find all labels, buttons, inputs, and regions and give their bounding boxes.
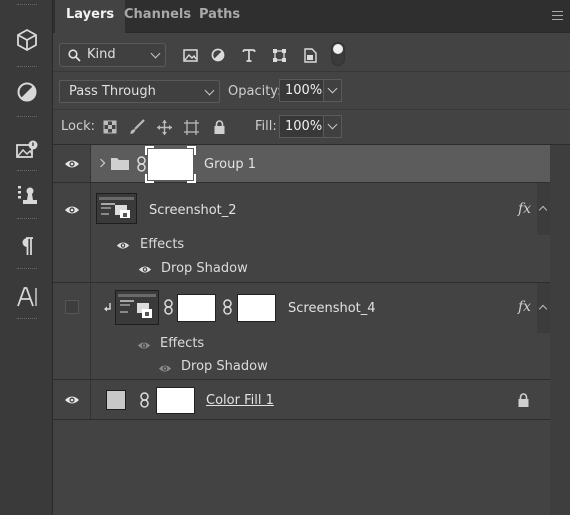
lock-position-icon[interactable] [155, 118, 173, 136]
filter-kind-select[interactable]: Kind [59, 43, 166, 67]
image-library-icon[interactable] [5, 130, 49, 170]
fill-label: Fill: [255, 119, 277, 134]
eye-icon[interactable] [137, 340, 151, 351]
layer-name[interactable]: Color Fill 1 [206, 393, 274, 408]
hidden-visibility-box [65, 300, 79, 314]
chevron-down-icon [204, 85, 215, 96]
fx-icon[interactable]: fx [518, 299, 531, 315]
lock-transparent-pixels-icon[interactable] [101, 118, 119, 136]
color-adjust-icon[interactable] [5, 72, 49, 112]
effects-label: Effects [160, 336, 205, 351]
layer-mask-thumbnail[interactable] [177, 294, 216, 322]
visibility-toggle[interactable] [53, 183, 91, 282]
layers-scrollbar[interactable] [550, 145, 570, 515]
pixel-filter-icon[interactable] [178, 43, 202, 67]
fx-icon[interactable]: fx [518, 201, 531, 217]
panel-menu-icon[interactable] [552, 11, 563, 20]
link-icon[interactable] [222, 299, 233, 315]
clipping-arrow-icon [104, 303, 111, 312]
blend-mode-select[interactable]: Pass Through [59, 80, 220, 103]
effects-label: Effects [140, 237, 185, 252]
vector-mask-thumbnail[interactable] [237, 294, 276, 322]
layer-thumbnail[interactable] [115, 290, 159, 325]
visibility-toggle[interactable] [53, 380, 91, 419]
chevron-down-icon [327, 83, 338, 94]
layer-name[interactable]: Screenshot_2 [149, 203, 237, 218]
panel-tab-bar: Layers Channels Paths [53, 0, 570, 34]
eye-icon[interactable] [116, 240, 130, 251]
strip-grip [17, 170, 37, 173]
strip-grip [17, 318, 37, 321]
layer-row-color-fill-1[interactable]: Color Fill 1 [53, 380, 550, 420]
lock-image-pixels-icon[interactable] [128, 118, 146, 136]
chevron-down-icon [150, 48, 161, 59]
lock-all-icon[interactable] [210, 118, 228, 136]
layer-row-group-1[interactable]: Group 1 [53, 145, 550, 183]
strip-grip [17, 116, 37, 119]
search-icon [68, 49, 81, 62]
lock-row: Lock: Fill: 100% [53, 110, 570, 145]
layer-filter-row: Kind [53, 33, 570, 72]
layer-name[interactable]: Screenshot_4 [288, 301, 376, 316]
blend-mode-value: Pass Through [69, 84, 156, 99]
strip-grip [17, 218, 37, 221]
opacity-label: Opacity: [228, 84, 282, 99]
eye-icon[interactable] [158, 363, 172, 374]
tool-strip [0, 0, 53, 515]
tab-paths[interactable]: Paths [188, 0, 251, 33]
chevron-down-icon [327, 119, 338, 130]
lock-icon [518, 393, 529, 407]
link-icon[interactable] [139, 392, 150, 408]
layer-row-screenshot-2[interactable]: Screenshot_2 fx Effects Drop Shadow [53, 183, 550, 283]
filter-toggle-switch[interactable] [331, 42, 345, 66]
opacity-dropdown[interactable] [324, 79, 342, 102]
eye-icon [65, 396, 79, 404]
opacity-input[interactable]: 100% [279, 79, 324, 102]
effects-collapse-toggle[interactable] [537, 183, 550, 235]
3d-cube-icon[interactable] [5, 20, 49, 60]
layer-row-screenshot-4[interactable]: Screenshot_4 fx Effects Drop Shadow [53, 283, 550, 380]
shape-filter-icon[interactable] [267, 43, 291, 67]
blend-row: Pass Through Opacity: 100% [53, 72, 570, 110]
fill-input[interactable]: 100% [279, 115, 324, 138]
eye-icon[interactable] [138, 264, 152, 275]
layer-name[interactable]: Group 1 [204, 157, 256, 172]
link-icon[interactable] [136, 156, 147, 172]
strip-grip [17, 66, 37, 69]
link-icon[interactable] [163, 299, 174, 315]
adjustment-filter-icon[interactable] [206, 43, 230, 67]
expand-chevron-icon[interactable] [96, 158, 106, 168]
paragraph-style-icon[interactable] [5, 175, 49, 215]
eye-icon [65, 160, 79, 168]
smart-object-filter-icon[interactable] [298, 43, 322, 67]
fill-swatch-thumbnail[interactable] [106, 390, 126, 410]
eye-icon [65, 206, 79, 214]
lock-artboard-icon[interactable] [182, 118, 200, 136]
mask-selection-corners [145, 146, 196, 183]
effect-item-drop-shadow[interactable]: Drop Shadow [161, 261, 248, 276]
filter-kind-label: Kind [87, 47, 116, 62]
paragraph-icon[interactable] [5, 226, 49, 266]
character-icon[interactable] [5, 277, 49, 317]
layer-thumbnail[interactable] [96, 193, 137, 224]
visibility-toggle[interactable] [53, 283, 91, 379]
fill-dropdown[interactable] [324, 115, 342, 138]
effect-item-drop-shadow[interactable]: Drop Shadow [181, 359, 268, 374]
type-filter-icon[interactable] [237, 43, 261, 67]
effects-collapse-toggle[interactable] [537, 283, 550, 333]
lock-label: Lock: [61, 119, 96, 134]
strip-grip [17, 268, 37, 271]
strip-grip[interactable] [17, 4, 37, 7]
layer-mask-thumbnail[interactable] [156, 387, 195, 414]
toggle-knob [333, 44, 343, 54]
visibility-toggle[interactable] [53, 145, 91, 182]
folder-icon [111, 158, 129, 170]
